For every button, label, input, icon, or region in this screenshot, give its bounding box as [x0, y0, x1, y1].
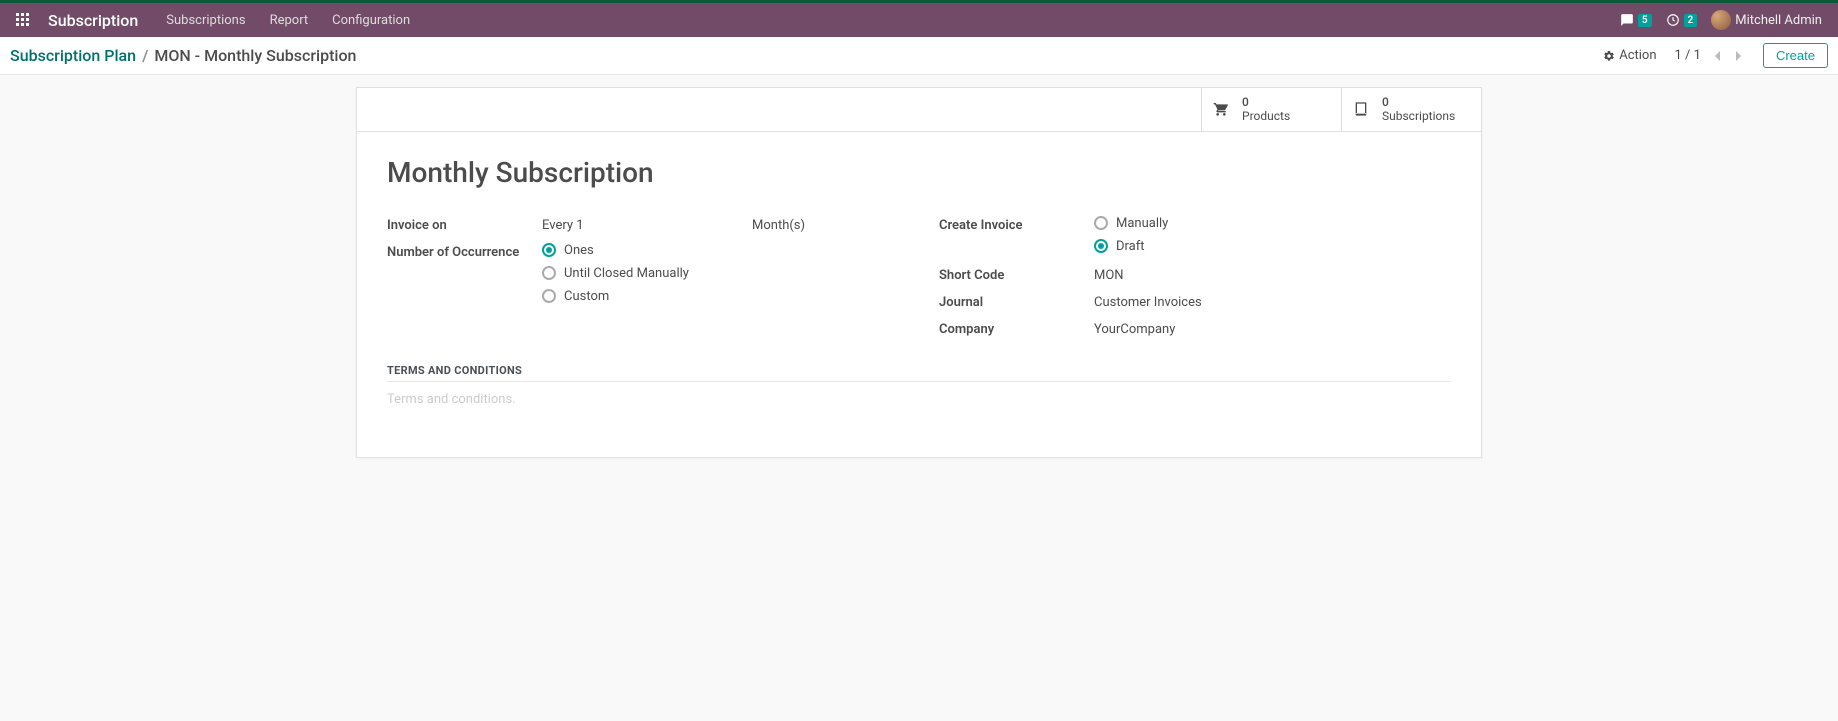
- label-journal: Journal: [939, 293, 1094, 310]
- pager-next[interactable]: [1733, 50, 1745, 62]
- label-number-occurrence: Number of Occurrence: [387, 243, 542, 260]
- breadcrumb-sep: /: [142, 46, 148, 65]
- form-sheet: 0 Products 0 Subscriptions Monthly Subsc…: [356, 87, 1482, 458]
- products-label: Products: [1242, 109, 1290, 123]
- clock-icon: [1666, 13, 1680, 27]
- radio-until-label: Until Closed Manually: [564, 266, 689, 281]
- value-invoice-every: Every 1: [542, 216, 752, 233]
- activity-badge: 2: [1684, 14, 1698, 27]
- pager-prev[interactable]: [1711, 50, 1723, 62]
- radio-draft-label: Draft: [1116, 239, 1145, 254]
- value-company: YourCompany: [1094, 320, 1175, 337]
- radio-ones[interactable]: Ones: [542, 243, 689, 258]
- terms-field[interactable]: Terms and conditions.: [387, 382, 1451, 417]
- control-panel: Subscription Plan / MON - Monthly Subscr…: [0, 37, 1838, 75]
- value-journal: Customer Invoices: [1094, 293, 1202, 310]
- app-brand: Subscription: [48, 11, 138, 30]
- label-invoice-on: Invoice on: [387, 216, 542, 233]
- radio-ones-label: Ones: [564, 243, 594, 258]
- record-title: Monthly Subscription: [387, 156, 1451, 189]
- stat-subscriptions[interactable]: 0 Subscriptions: [1341, 88, 1481, 131]
- action-label: Action: [1619, 48, 1656, 63]
- action-button[interactable]: Action: [1603, 48, 1656, 63]
- book-icon: [1352, 101, 1372, 117]
- subs-label: Subscriptions: [1382, 109, 1455, 123]
- username: Mitchell Admin: [1735, 13, 1822, 28]
- breadcrumb: Subscription Plan / MON - Monthly Subscr…: [10, 46, 356, 65]
- radio-custom-label: Custom: [564, 289, 609, 304]
- subs-count: 0: [1382, 95, 1455, 109]
- label-short-code: Short Code: [939, 266, 1094, 283]
- pager: 1 / 1: [1675, 48, 1745, 63]
- radio-manually[interactable]: Manually: [1094, 216, 1168, 231]
- products-count: 0: [1242, 95, 1290, 109]
- radio-until-closed[interactable]: Until Closed Manually: [542, 266, 689, 281]
- nav-configuration[interactable]: Configuration: [332, 13, 410, 28]
- breadcrumb-current: MON - Monthly Subscription: [154, 46, 356, 65]
- terms-header: TERMS AND CONDITIONS: [387, 364, 1451, 382]
- nav-report[interactable]: Report: [270, 13, 309, 28]
- cart-icon: [1212, 101, 1232, 117]
- apps-icon[interactable]: [16, 13, 30, 27]
- radio-checked-icon: [542, 243, 556, 257]
- chevron-right-icon: [1735, 50, 1743, 62]
- radio-unchecked-icon: [542, 266, 556, 280]
- messaging-indicator[interactable]: 5: [1620, 13, 1652, 27]
- radio-custom[interactable]: Custom: [542, 289, 689, 304]
- nav-menu: Subscriptions Report Configuration: [166, 13, 410, 28]
- radio-unchecked-icon: [1094, 216, 1108, 230]
- breadcrumb-root[interactable]: Subscription Plan: [10, 46, 136, 65]
- label-company: Company: [939, 320, 1094, 337]
- radio-unchecked-icon: [542, 289, 556, 303]
- chat-icon: [1620, 13, 1634, 27]
- chat-badge: 5: [1638, 14, 1652, 27]
- main-navbar: Subscription Subscriptions Report Config…: [0, 3, 1838, 37]
- radio-draft[interactable]: Draft: [1094, 239, 1168, 254]
- activity-indicator[interactable]: 2: [1666, 13, 1698, 27]
- stat-products[interactable]: 0 Products: [1201, 88, 1341, 131]
- create-button[interactable]: Create: [1763, 43, 1828, 68]
- value-short-code: MON: [1094, 266, 1124, 283]
- avatar: [1711, 10, 1731, 30]
- pager-value[interactable]: 1 / 1: [1675, 48, 1701, 63]
- stat-buttons: 0 Products 0 Subscriptions: [357, 88, 1481, 132]
- gear-icon: [1603, 50, 1615, 62]
- nav-subscriptions[interactable]: Subscriptions: [166, 13, 245, 28]
- value-invoice-unit: Month(s): [752, 216, 805, 233]
- radio-manually-label: Manually: [1116, 216, 1168, 231]
- user-menu[interactable]: Mitchell Admin: [1711, 10, 1822, 30]
- chevron-left-icon: [1713, 50, 1721, 62]
- terms-placeholder: Terms and conditions.: [387, 392, 516, 407]
- radio-checked-icon: [1094, 239, 1108, 253]
- label-create-invoice: Create Invoice: [939, 216, 1094, 233]
